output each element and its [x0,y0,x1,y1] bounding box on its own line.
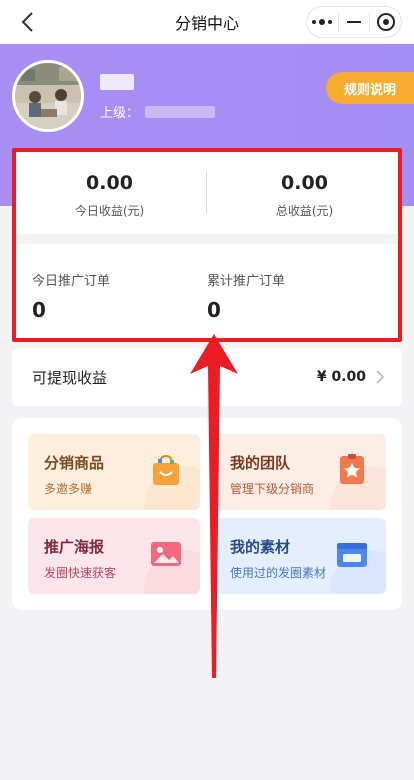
menu-title: 我的素材 [230,538,291,556]
withdrawable-label: 可提现收益 [32,368,108,387]
chevron-right-icon [376,370,385,384]
target-icon [376,13,395,31]
shopping-bag-icon [153,454,179,485]
image-icon [151,542,181,566]
back-chevron-icon[interactable] [18,10,38,34]
close-mini-program-button[interactable] [370,7,401,37]
minimize-button[interactable] [339,7,370,37]
feature-menu-panel: 分销商品 多邀多赚 我的团队 管理下级分销商 推广海报 发圈快速获客 我的素材 … [12,418,402,610]
withdrawable-earnings-row[interactable]: 可提现收益 ¥ 0.00 [12,348,402,406]
menu-subtitle: 使用过的发圈素材 [230,566,327,580]
menu-subtitle: 管理下级分销商 [230,482,315,496]
badge-star-icon [340,454,364,484]
page-title: 分销中心 [174,14,239,33]
minus-icon [346,21,361,23]
menu-promo-poster[interactable]: 推广海报 发圈快速获客 [28,518,200,594]
more-menu-button[interactable] [307,7,338,37]
red-highlight-box [12,148,402,342]
menu-my-materials[interactable]: 我的素材 使用过的发圈素材 [214,518,386,594]
menu-subtitle: 多邀多赚 [44,482,93,496]
rules-button[interactable]: 规则说明 [326,72,414,104]
more-dots-icon [312,19,333,25]
mini-program-capsule [306,6,402,38]
upline-label: 上级： [100,106,140,121]
avatar[interactable] [12,60,84,132]
top-navbar: 分销中心 [0,0,414,44]
folder-icon [337,543,367,567]
user-name-masked [100,74,134,90]
menu-subtitle: 发圈快速获客 [44,566,117,580]
upline-row: 上级： [100,102,216,121]
menu-title: 我的团队 [230,454,291,472]
withdrawable-value: ¥ 0.00 [316,369,366,385]
upline-name-masked [145,105,216,118]
menu-title: 推广海报 [44,538,105,556]
menu-distribution-goods[interactable]: 分销商品 多邀多赚 [28,434,200,510]
menu-title: 分销商品 [44,454,105,472]
menu-my-team[interactable]: 我的团队 管理下级分销商 [214,434,386,510]
